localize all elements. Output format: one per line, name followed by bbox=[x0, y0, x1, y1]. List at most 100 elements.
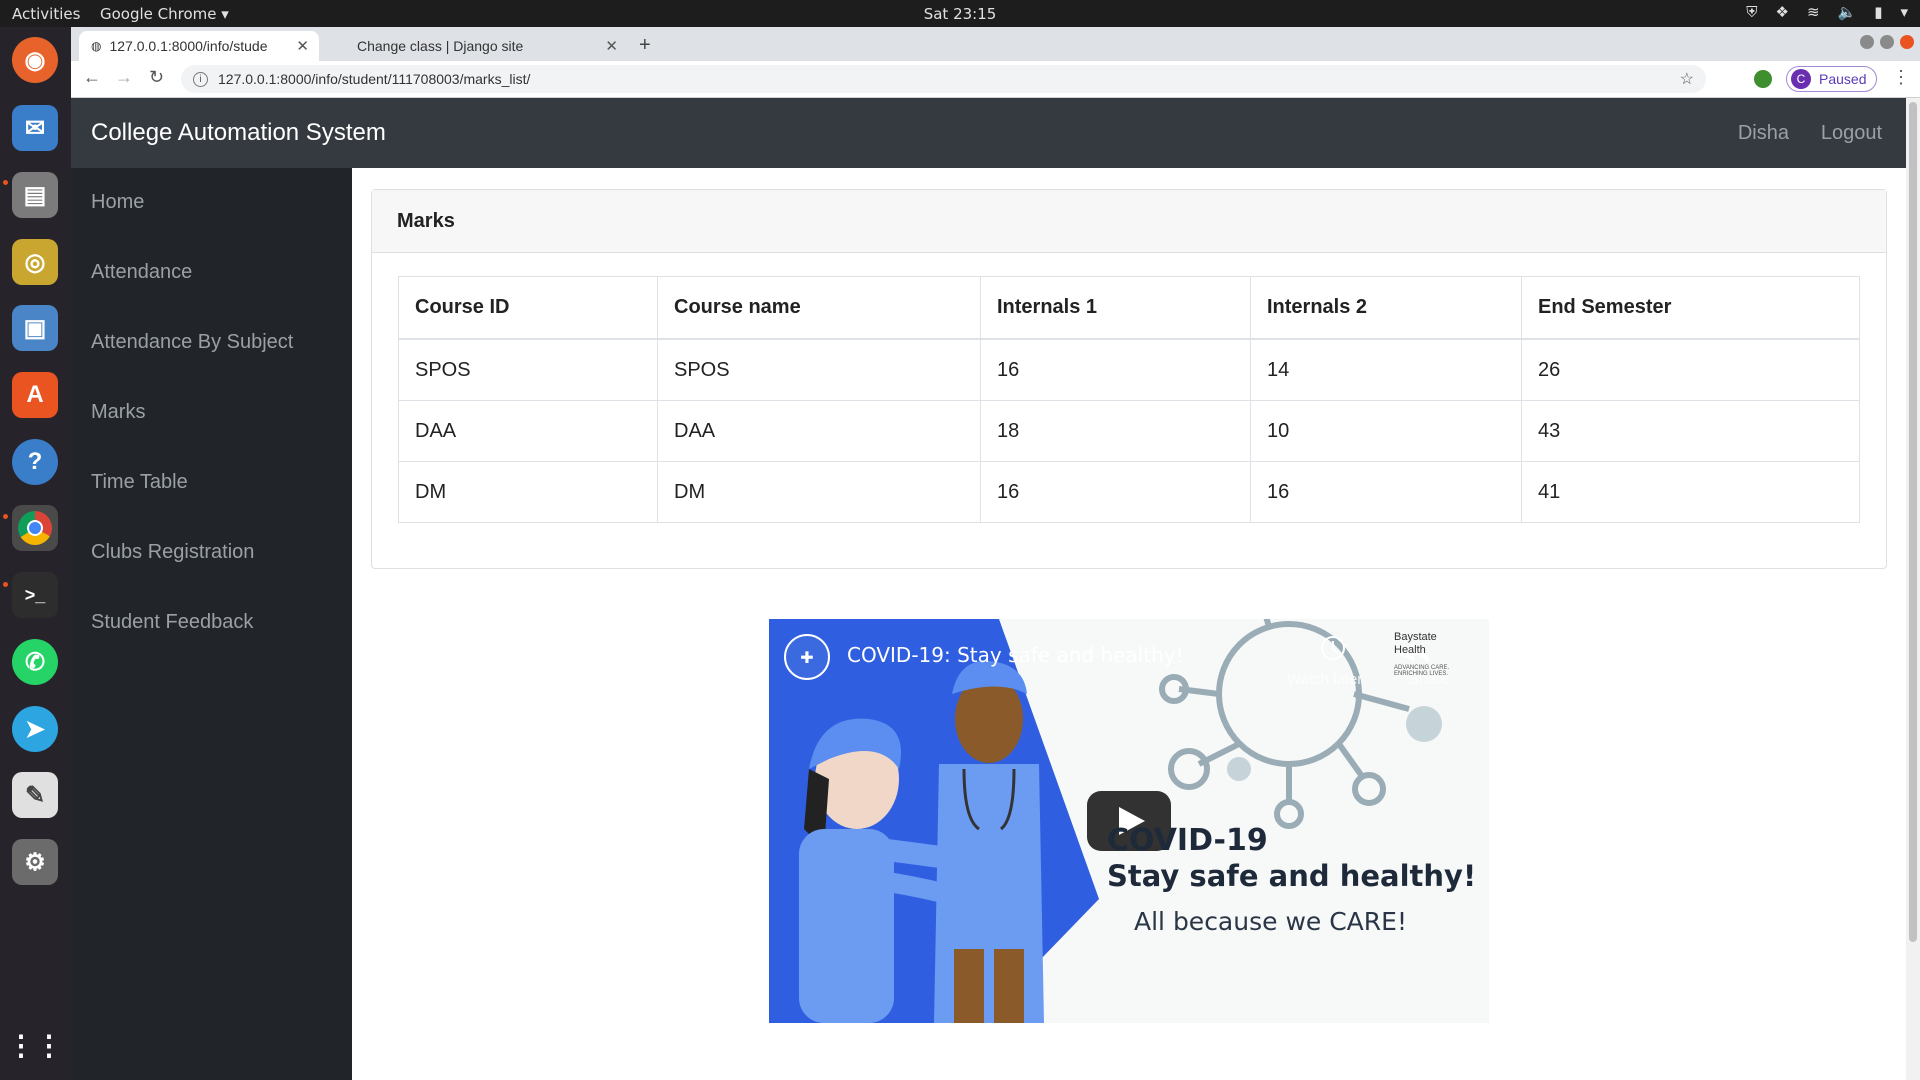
new-tab-icon[interactable]: + bbox=[639, 34, 651, 57]
sidebar-item-home[interactable]: Home bbox=[91, 191, 144, 214]
embedded-video[interactable]: ✚ COVID-19: Stay safe and healthy! Watch… bbox=[769, 619, 1489, 1023]
sidebar-item-attendance[interactable]: Attendance bbox=[91, 261, 192, 284]
profile-button[interactable]: C Paused bbox=[1786, 66, 1878, 92]
close-window-icon[interactable] bbox=[1900, 35, 1914, 49]
table-cell: DM bbox=[398, 461, 658, 523]
sidebar-item-marks[interactable]: Marks bbox=[91, 401, 145, 424]
power-menu-icon[interactable]: ▾ bbox=[1900, 3, 1908, 21]
table-cell: 10 bbox=[1250, 400, 1522, 462]
table-cell: DM bbox=[657, 461, 981, 523]
software-center-icon[interactable]: A bbox=[12, 372, 58, 418]
table-cell: 16 bbox=[980, 461, 1251, 523]
video-thumbnail: ✚ bbox=[769, 619, 1489, 1023]
telegram-icon[interactable]: ➤ bbox=[12, 706, 58, 752]
logout-link[interactable]: Logout bbox=[1821, 122, 1882, 145]
activities-button[interactable]: Activities bbox=[12, 5, 80, 23]
video-heading-stay-safe: Stay safe and healthy! bbox=[1107, 859, 1477, 893]
table-cell: SPOS bbox=[657, 338, 981, 401]
tab-title: Change class | Django site bbox=[357, 38, 524, 54]
thunderbird-icon[interactable]: ✉ bbox=[12, 105, 58, 151]
system-tray[interactable]: ⛨ ❖ ≋ 🔈 ▮ ▾ bbox=[1746, 3, 1908, 21]
url-text[interactable]: 127.0.0.1:8000/info/student/111708003/ma… bbox=[218, 71, 530, 87]
forward-icon[interactable]: → bbox=[115, 67, 133, 88]
card-header bbox=[372, 190, 1886, 253]
system-clock[interactable]: Sat 23:15 bbox=[0, 5, 1920, 23]
system-top-bar: Activities Google Chrome ▾ Sat 23:15 ⛨ ❖… bbox=[0, 0, 1920, 27]
close-tab-icon[interactable]: ✕ bbox=[296, 37, 309, 55]
close-tab-icon[interactable]: ✕ bbox=[605, 37, 618, 55]
table-cell: DAA bbox=[398, 400, 658, 462]
video-heading-covid: COVID-19 bbox=[1107, 823, 1268, 858]
app-menu[interactable]: Google Chrome ▾ bbox=[100, 5, 229, 23]
maximize-icon[interactable] bbox=[1880, 35, 1894, 49]
org-tagline: ADVANCING CARE. ENRICHING LIVES. bbox=[1394, 665, 1450, 677]
tab-django-admin[interactable]: Change class | Django site ✕ bbox=[333, 31, 628, 61]
browser-menu-icon[interactable]: ⋮ bbox=[1892, 67, 1910, 88]
extension-icon[interactable] bbox=[1754, 70, 1772, 88]
table-cell: DAA bbox=[657, 400, 981, 462]
address-bar[interactable]: i 127.0.0.1:8000/info/student/111708003/… bbox=[181, 65, 1706, 93]
column-header: End Semester bbox=[1521, 276, 1860, 340]
scrollbar-thumb[interactable] bbox=[1909, 102, 1917, 942]
sidebar-item-attendance-by-subject[interactable]: Attendance By Subject bbox=[91, 331, 293, 354]
app-navbar: College Automation System Disha Logout bbox=[71, 98, 1906, 168]
settings-icon[interactable]: ⚙ bbox=[12, 839, 58, 885]
video-heading-care: All because we CARE! bbox=[1134, 907, 1407, 936]
shield-icon[interactable]: ⛨ bbox=[1746, 3, 1757, 21]
table-header-row: Course ID Course name Internals 1 Intern… bbox=[398, 276, 1860, 340]
wifi-icon[interactable]: ≋ bbox=[1807, 3, 1820, 21]
back-icon[interactable]: ← bbox=[83, 67, 101, 88]
page-viewport: College Automation System Disha Logout H… bbox=[71, 98, 1920, 1080]
firefox-icon[interactable]: ◉ bbox=[12, 37, 58, 83]
table-row: SPOS SPOS 16 14 26 bbox=[398, 338, 1860, 401]
browser-toolbar: ← → ↻ i 127.0.0.1:8000/info/student/1117… bbox=[71, 61, 1920, 98]
dropbox-icon[interactable]: ❖ bbox=[1775, 3, 1788, 21]
site-info-icon[interactable]: i bbox=[193, 71, 208, 87]
video-title[interactable]: COVID-19: Stay safe and healthy! bbox=[847, 643, 1184, 667]
page-scrollbar[interactable] bbox=[1906, 98, 1920, 1080]
battery-icon[interactable]: ▮ bbox=[1874, 3, 1882, 21]
table-cell: 16 bbox=[1250, 461, 1522, 523]
column-header: Internals 2 bbox=[1250, 276, 1522, 340]
text-editor-icon[interactable]: ✎ bbox=[12, 772, 58, 818]
reload-icon[interactable]: ↻ bbox=[149, 67, 164, 88]
table-cell: SPOS bbox=[398, 338, 658, 401]
tab-marks-list[interactable]: ◍ 127.0.0.1:8000/info/stude ✕ bbox=[79, 31, 319, 61]
running-indicator bbox=[3, 180, 8, 185]
tab-favicon-icon: ◍ bbox=[91, 39, 102, 53]
column-header: Course name bbox=[657, 276, 981, 340]
sidebar-item-student-feedback[interactable]: Student Feedback bbox=[91, 611, 253, 634]
profile-status: Paused bbox=[1819, 71, 1867, 87]
svg-text:✚: ✚ bbox=[800, 648, 813, 667]
table-cell: 18 bbox=[980, 400, 1251, 462]
files-icon[interactable]: ▤ bbox=[12, 172, 58, 218]
bookmark-star-icon[interactable]: ☆ bbox=[1680, 69, 1694, 89]
help-icon[interactable]: ? bbox=[12, 439, 58, 485]
column-header: Internals 1 bbox=[980, 276, 1251, 340]
chrome-icon[interactable] bbox=[12, 505, 58, 551]
org-logo-text: Baystate Health bbox=[1394, 631, 1437, 656]
show-apps-icon[interactable]: ⋮⋮ bbox=[7, 1022, 63, 1068]
image-viewer-icon[interactable]: ▣ bbox=[12, 305, 58, 351]
brand-link[interactable]: College Automation System bbox=[91, 119, 386, 147]
avatar: C bbox=[1791, 69, 1811, 89]
card-title: Marks bbox=[397, 210, 455, 232]
column-header: Course ID bbox=[398, 276, 658, 340]
watch-later-button[interactable]: Watch later bbox=[1287, 671, 1362, 688]
table-row: DM DM 16 16 41 bbox=[398, 461, 1860, 523]
sidebar-item-clubs-registration[interactable]: Clubs Registration bbox=[91, 541, 254, 564]
window-controls bbox=[1860, 35, 1914, 49]
sidebar-item-time-table[interactable]: Time Table bbox=[91, 471, 188, 494]
user-link[interactable]: Disha bbox=[1738, 122, 1789, 145]
terminal-icon[interactable]: >_ bbox=[12, 572, 58, 618]
running-indicator bbox=[3, 514, 8, 519]
whatsapp-icon[interactable]: ✆ bbox=[12, 639, 58, 685]
table-cell: 16 bbox=[980, 338, 1251, 401]
volume-icon[interactable]: 🔈 bbox=[1838, 3, 1857, 21]
table-cell: 14 bbox=[1250, 338, 1522, 401]
minimize-icon[interactable] bbox=[1860, 35, 1874, 49]
rhythmbox-icon[interactable]: ◎ bbox=[12, 239, 58, 285]
table-row: DAA DAA 18 10 43 bbox=[398, 400, 1860, 462]
marks-table: Course ID Course name Internals 1 Intern… bbox=[398, 276, 1860, 523]
marks-card: Marks Course ID Course name Internals 1 … bbox=[371, 189, 1887, 569]
